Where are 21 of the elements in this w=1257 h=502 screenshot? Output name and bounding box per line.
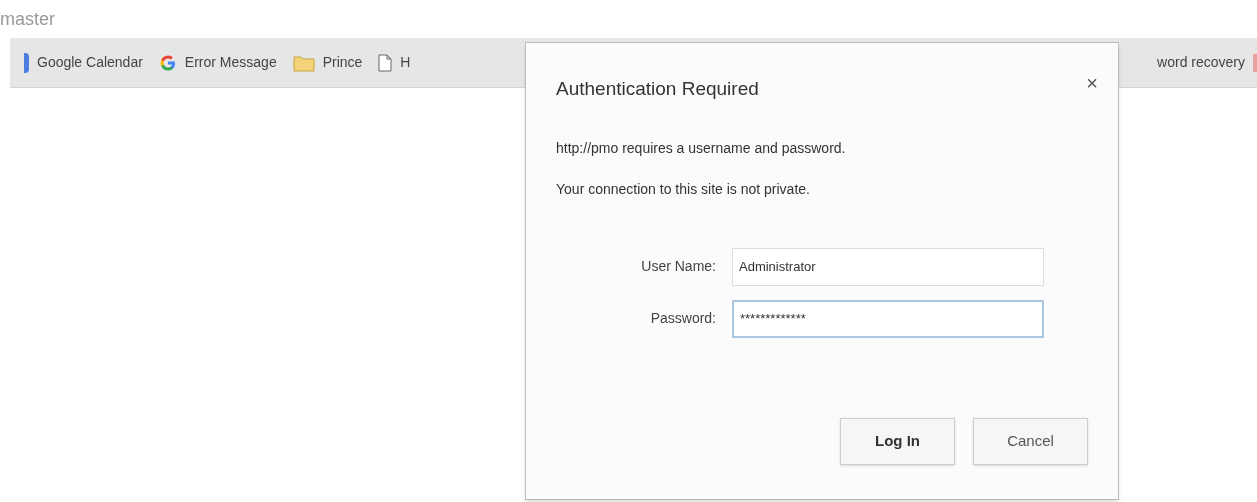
page-title: master [0,7,55,31]
dialog-message: http://pmo requires a username and password. [556,138,847,158]
bookmark-item[interactable]: Google Calendar [20,48,151,77]
cancel-button[interactable]: Cancel [973,418,1088,465]
field-label: User Name: [641,257,716,276]
dialog-message: Your connection to this site is not private. [556,179,811,199]
page-icon [378,53,393,72]
login-button[interactable]: Log In [840,418,955,465]
input-field[interactable]: Administrator [732,247,1044,286]
bookmark-icon [1253,53,1257,72]
folder-icon [292,53,315,72]
close-button[interactable]: × [1086,73,1098,93]
bookmark-item[interactable]: Prince [284,48,371,77]
calendar-icon [24,52,29,73]
g-logo-icon [158,53,177,72]
bookmark-item[interactable]: word recovery [1149,48,1253,77]
dialog-title: Authentication Required [556,77,759,101]
field-label: Password: [650,309,716,328]
bookmark-item[interactable]: Error Message [150,48,285,77]
input-field[interactable]: ************* [732,299,1044,338]
bookmark-item[interactable]: H [370,48,419,77]
